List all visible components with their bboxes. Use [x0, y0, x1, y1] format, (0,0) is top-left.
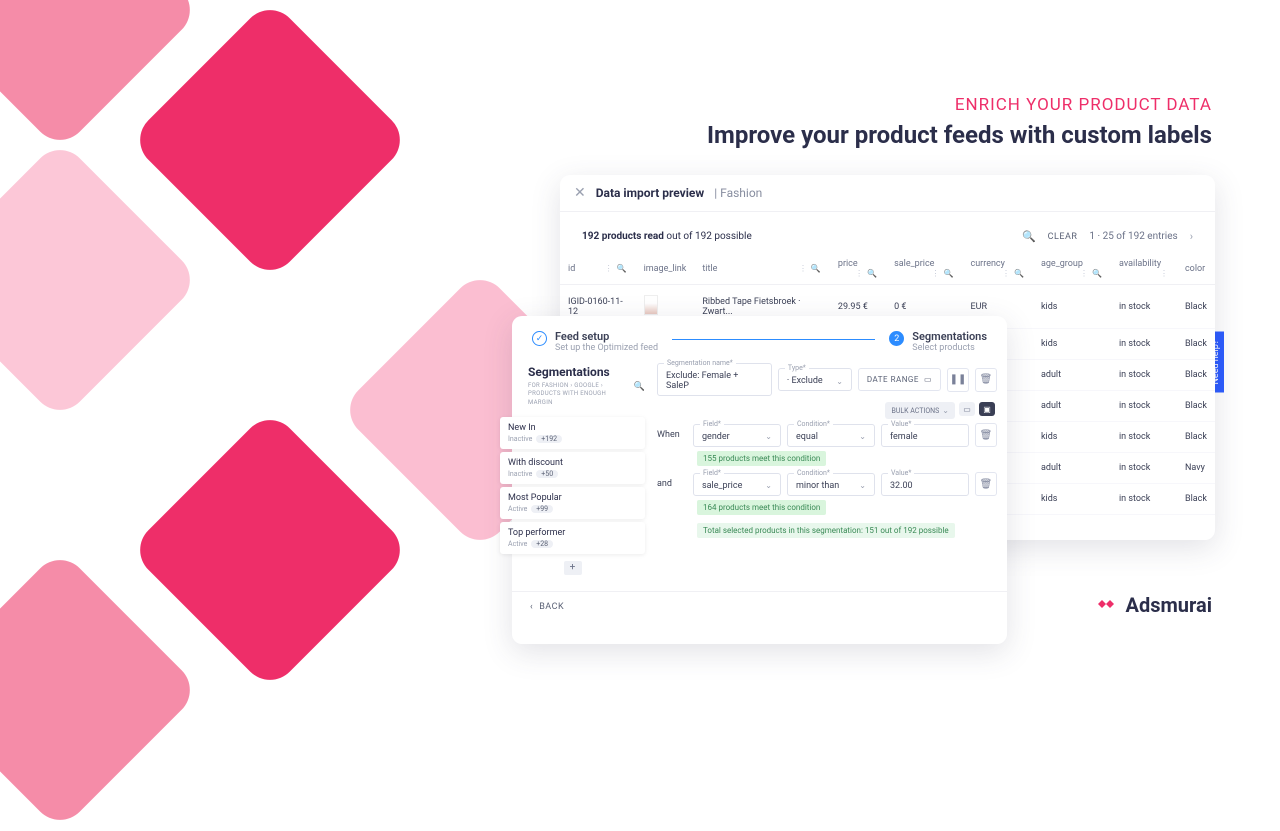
col-color: color — [1177, 253, 1215, 285]
back-button[interactable]: BACK — [512, 591, 1007, 622]
chevron-down-icon: ⌄ — [765, 481, 772, 490]
date-range-button[interactable]: DATE RANGE▭ — [858, 368, 941, 391]
close-icon[interactable]: ✕ — [574, 185, 586, 201]
segmentations-heading: Segmentations — [528, 365, 645, 379]
step-segmentations[interactable]: 2 SegmentationsSelect products — [889, 330, 987, 353]
delete-condition-button[interactable]: 🗑 — [975, 423, 997, 447]
chevron-down-icon: ⌄ — [836, 377, 843, 386]
thumbnail — [644, 295, 658, 315]
value-input[interactable]: Value*female — [881, 424, 969, 447]
delete-button[interactable]: 🗑 — [975, 368, 997, 392]
preview-summary: 192 products read out of 192 possible — [582, 231, 1022, 242]
total-selected-hint: Total selected products in this segmenta… — [697, 523, 955, 538]
col-sale: sale_price⋮ 🔍 — [886, 253, 962, 285]
value-input[interactable]: Value*32.00 — [881, 473, 969, 496]
delete-condition-button[interactable]: 🗑 — [975, 472, 997, 496]
brand-name: Adsmurai — [1126, 593, 1213, 617]
decoration-diamond — [129, 0, 412, 281]
bulk-actions-button[interactable]: BULK ACTIONS⌄ — [885, 402, 955, 419]
condition-hint: 155 products meet this condition — [697, 451, 826, 466]
when-label: When — [657, 430, 687, 440]
search-icon[interactable]: 🔍 — [634, 382, 645, 392]
check-icon: ✓ — [532, 331, 547, 346]
and-label: and — [657, 479, 687, 489]
col-title: title⋮ 🔍 — [694, 253, 830, 285]
calendar-icon: ▭ — [924, 375, 932, 384]
segmentation-item[interactable]: Most Popular Active+99 — [500, 487, 645, 519]
pause-button[interactable]: ❚❚ — [947, 368, 969, 392]
search-icon[interactable]: 🔍 — [1022, 230, 1036, 243]
clear-button[interactable]: CLEAR — [1048, 232, 1078, 242]
step-number-badge: 2 — [889, 331, 904, 346]
col-price: price⋮ 🔍 — [830, 253, 886, 285]
stepper-line — [672, 339, 875, 340]
condition-hint: 164 products meet this condition — [697, 500, 826, 515]
chevron-down-icon: ⌄ — [765, 432, 772, 441]
segmentation-item[interactable]: New In Inactive+192 — [500, 417, 645, 449]
kicker-text: ENRICH YOUR PRODUCT DATA — [707, 95, 1212, 115]
chevron-right-icon[interactable]: › — [1190, 230, 1193, 243]
condition-select[interactable]: Condition*equal⌄ — [787, 424, 875, 447]
segmentations-panel: ✓ Feed setupSet up the Optimized feed 2 … — [512, 316, 1007, 644]
field-select[interactable]: Field*sale_price⌄ — [693, 473, 781, 496]
field-select[interactable]: Field*gender⌄ — [693, 424, 781, 447]
page-heading: ENRICH YOUR PRODUCT DATA Improve your pr… — [707, 95, 1212, 149]
chevron-down-icon: ⌄ — [859, 432, 866, 441]
step-feed-setup[interactable]: ✓ Feed setupSet up the Optimized feed — [532, 330, 658, 353]
col-currency: currency⋮ 🔍 — [963, 253, 1033, 285]
type-select[interactable]: Type* · Exclude ⌄ — [778, 368, 852, 391]
view-toggle-a[interactable]: ▭ — [959, 402, 975, 416]
decoration-diamond — [129, 409, 412, 692]
brand-logo: Adsmurai — [1094, 590, 1213, 620]
chevron-down-icon: ⌄ — [942, 406, 949, 415]
segmentation-item[interactable]: Top performer Active+28 — [500, 522, 645, 554]
col-avail: availability⋮ — [1111, 253, 1177, 285]
logo-mark-icon — [1094, 590, 1118, 620]
col-age: age_group⋮ 🔍 — [1033, 253, 1111, 285]
condition-select[interactable]: Condition*minor than⌄ — [787, 473, 875, 496]
col-image: image_link — [636, 253, 695, 285]
preview-title: Data import preview — [596, 186, 705, 200]
pagination-label: 1 · 25 of 192 entries — [1089, 231, 1177, 242]
page-title: Improve your product feeds with custom l… — [707, 121, 1212, 149]
chevron-down-icon: ⌄ — [859, 481, 866, 490]
segmentation-item[interactable]: With discount Inactive+50 — [500, 452, 645, 484]
preview-context: | Fashion — [714, 186, 762, 200]
add-segmentation-button[interactable]: + — [564, 561, 582, 575]
breadcrumb: FOR FASHION › GOOGLE › PRODUCTS WITH ENO… — [528, 382, 630, 407]
view-toggle-b[interactable]: ▣ — [979, 402, 995, 416]
segmentation-name-input[interactable]: Segmentation name* Exclude: Female + Sal… — [657, 363, 772, 396]
col-id: id⋮ 🔍 — [560, 253, 636, 285]
